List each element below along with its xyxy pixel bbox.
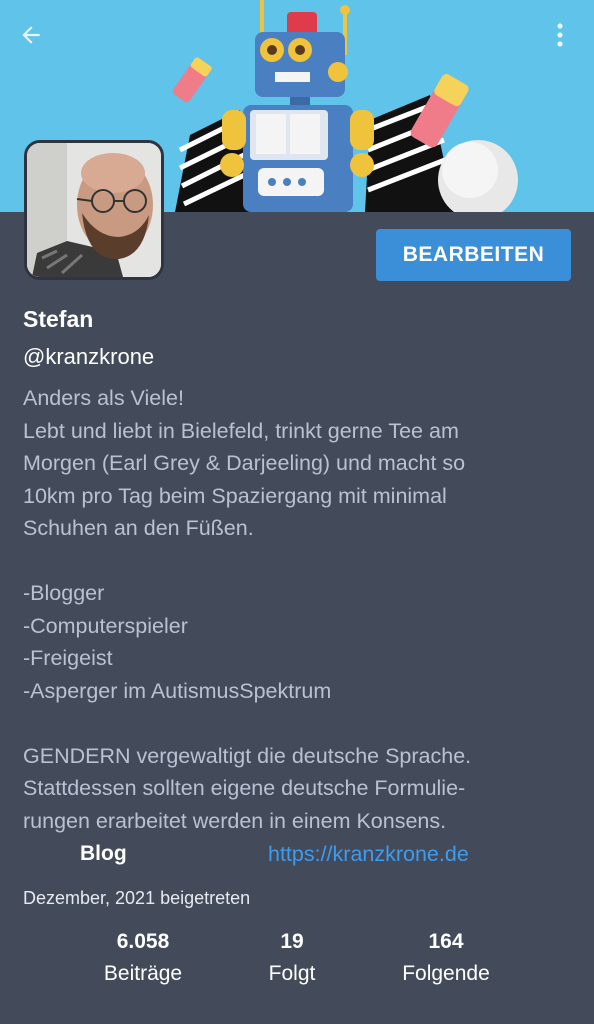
stat-value: 19 — [280, 930, 304, 953]
profile-field-row: Blog https://kranzkrone.de — [0, 842, 594, 874]
more-options-button[interactable] — [556, 22, 580, 62]
bio-line — [23, 707, 583, 740]
blog-link[interactable]: https://kranzkrone.de — [268, 842, 469, 867]
avatar[interactable] — [24, 140, 164, 280]
back-button[interactable] — [18, 22, 58, 62]
bio-line — [23, 545, 583, 578]
bio-line: -Blogger -Computerspieler -Freigeist -As… — [23, 581, 332, 703]
stat-value: 6.058 — [116, 930, 170, 953]
bio-line: Anders als Viele! — [23, 386, 184, 410]
stat-value: 164 — [428, 930, 464, 953]
arrow-left-icon — [22, 26, 40, 44]
bio-line: GENDERN vergewaltigt die deutsche Sprach… — [23, 743, 472, 833]
stat-followers[interactable]: 164 Folgende — [376, 930, 516, 986]
profile-bio: Anders als Viele! Lebt und liebt in Biel… — [23, 382, 583, 837]
joined-date: Dezember, 2021 beigetreten — [23, 888, 251, 908]
more-vertical-icon — [557, 23, 563, 47]
stat-posts[interactable]: 6.058 Beiträge — [73, 930, 213, 986]
display-name: Stefan — [23, 306, 94, 332]
profile-photo — [27, 143, 161, 277]
stat-label: Folgende — [402, 962, 490, 985]
field-label: Blog — [80, 842, 127, 865]
edit-profile-button[interactable]: BEARBEITEN — [376, 229, 571, 281]
stat-label: Beiträge — [103, 962, 183, 985]
bio-line: Lebt und liebt in Bielefeld, trinkt gern… — [23, 418, 466, 541]
stat-label: Folgt — [268, 962, 316, 985]
stat-following[interactable]: 19 Folgt — [222, 930, 362, 986]
username-handle: @kranzkrone — [23, 344, 155, 369]
